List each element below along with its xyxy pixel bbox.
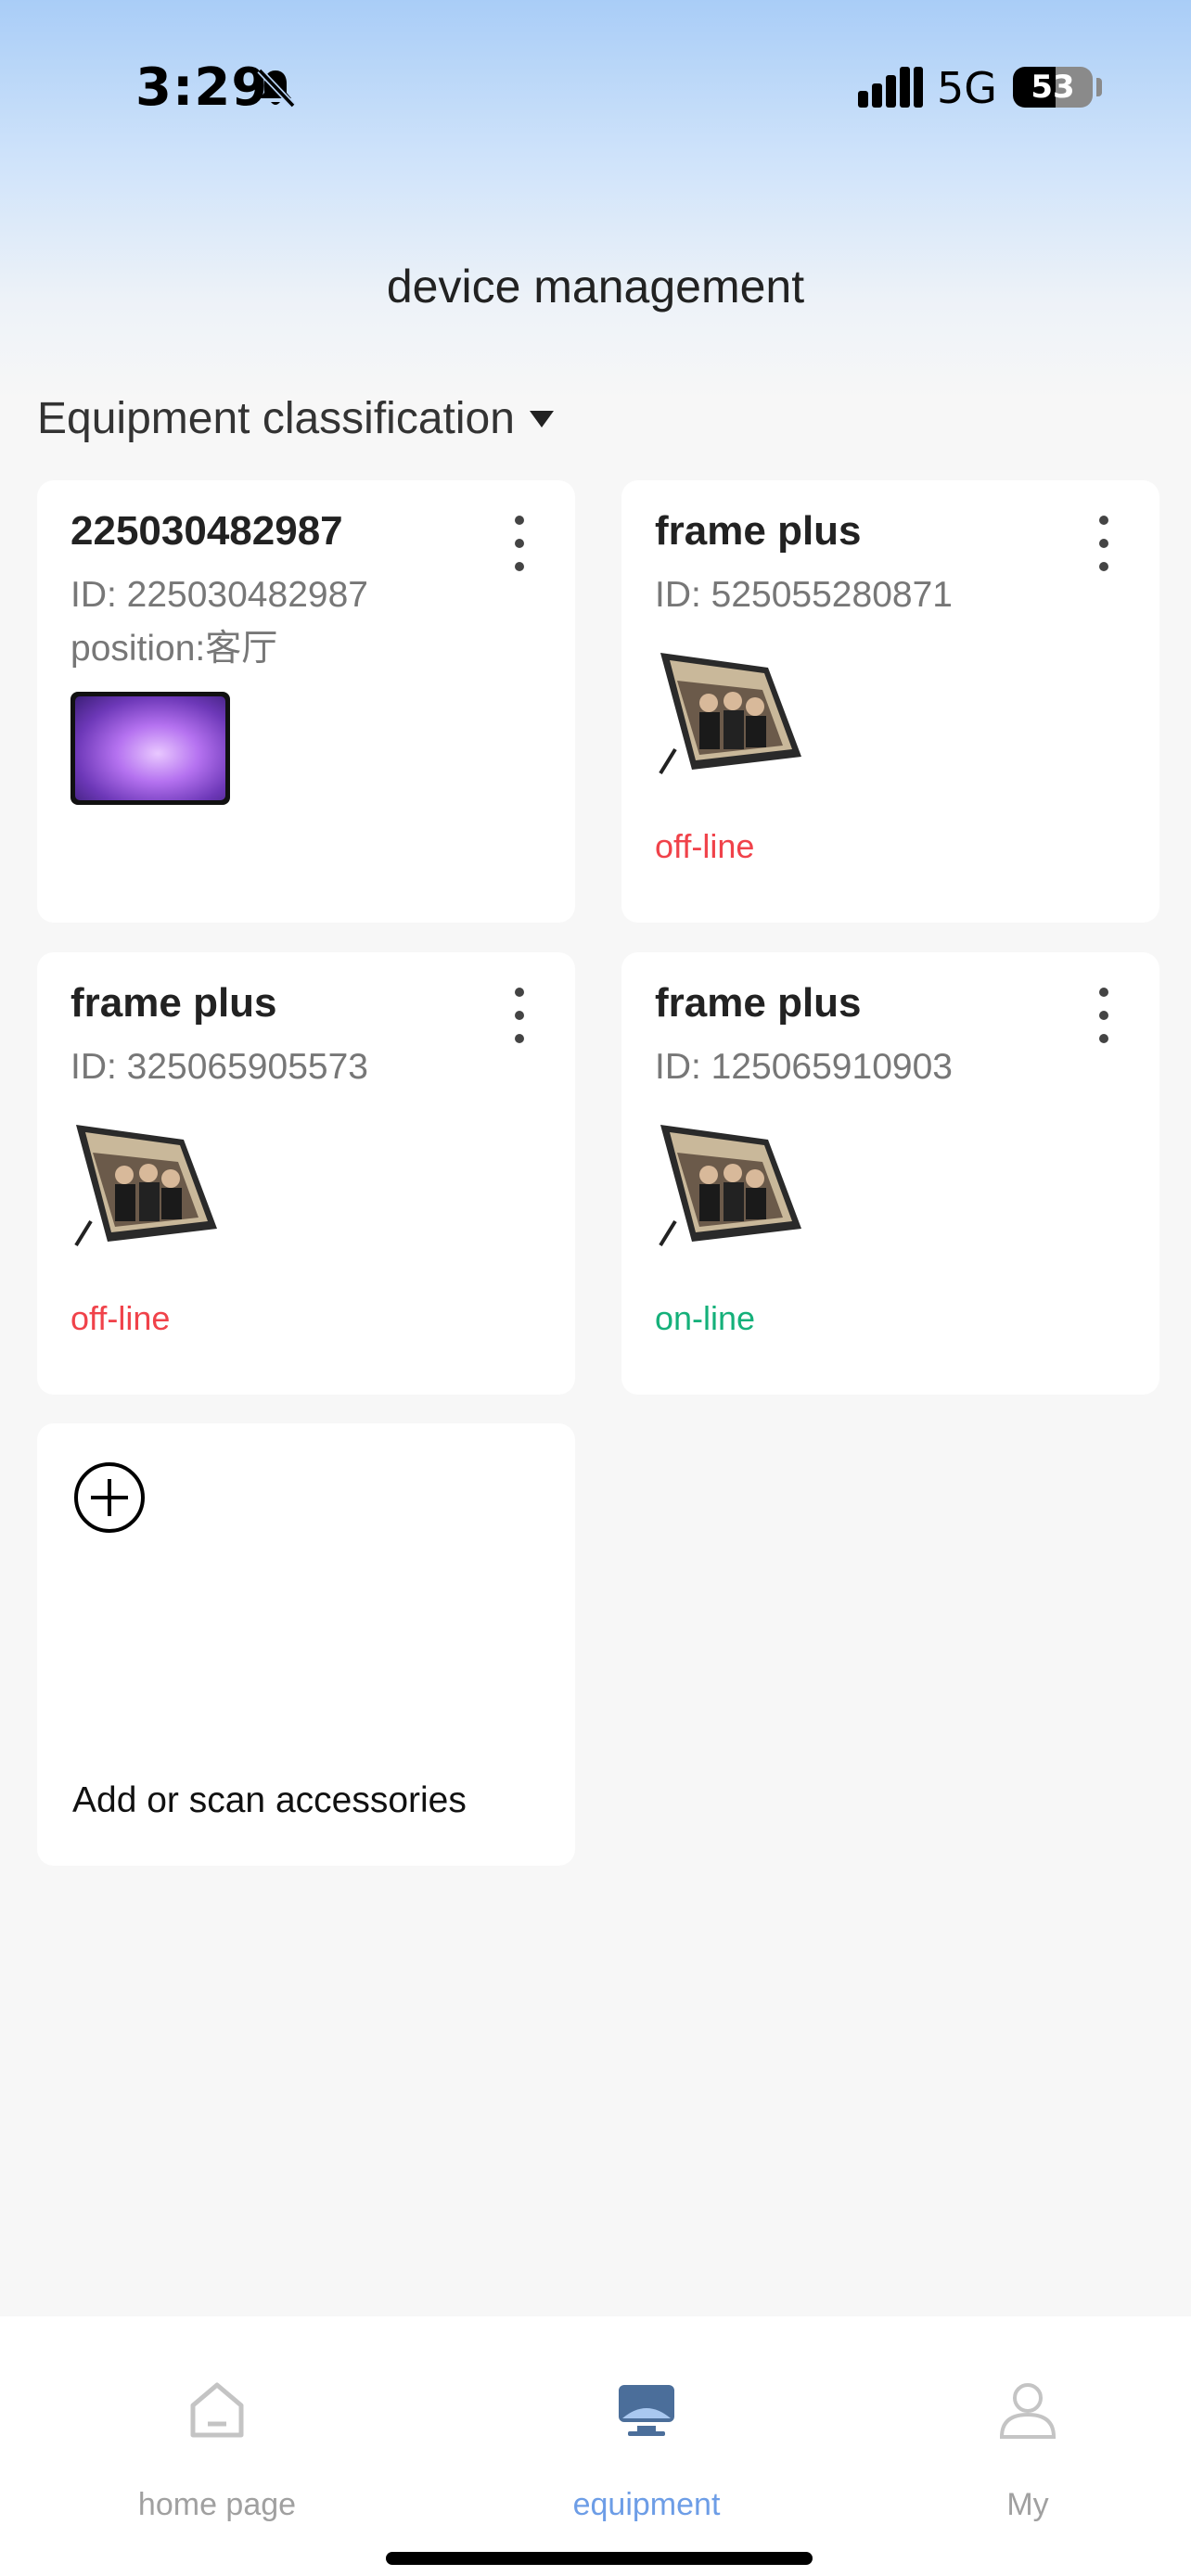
user-icon [999, 2383, 1057, 2439]
photo-frame-image [659, 653, 801, 775]
battery-tip [1096, 78, 1102, 96]
status-bar: 3:29 5G 53 [0, 0, 1191, 176]
device-name: frame plus [655, 980, 862, 1026]
device-position: position:客厅 [70, 629, 278, 669]
device-id: ID: 125065910903 [655, 1047, 953, 1087]
device-card[interactable]: frame plus ID: 525055280871 off-line [621, 480, 1159, 923]
monitor-icon [619, 2385, 674, 2436]
tab-label: equipment [572, 2487, 721, 2522]
more-options-icon[interactable] [1095, 988, 1113, 1043]
more-options-icon[interactable] [510, 988, 529, 1043]
device-name: frame plus [70, 980, 277, 1026]
photo-frame-image [659, 1125, 801, 1247]
equipment-classification-dropdown[interactable]: Equipment classification [37, 393, 554, 444]
device-status: off-line [70, 1299, 171, 1337]
plus-circle-icon [74, 1462, 145, 1533]
home-icon [190, 2382, 244, 2438]
photo-frame-image [74, 1125, 217, 1247]
page-title: device management [386, 261, 805, 312]
caret-down-icon [529, 410, 554, 427]
device-name: frame plus [655, 508, 862, 554]
device-id: ID: 225030482987 [70, 575, 368, 615]
device-status: on-line [655, 1299, 756, 1337]
tab-equipment[interactable]: equipment [507, 2316, 786, 2530]
device-card[interactable]: frame plus ID: 325065905573 off-line [37, 952, 575, 1395]
device-id: ID: 525055280871 [655, 575, 953, 615]
more-options-icon[interactable] [1095, 516, 1113, 571]
tab-my[interactable]: My [889, 2316, 1167, 2530]
tab-home-page[interactable]: home page [78, 2316, 356, 2530]
tab-label: home page [137, 2487, 297, 2522]
more-options-icon[interactable] [510, 516, 529, 571]
tablet-image [70, 692, 230, 805]
battery-icon: 53 [1013, 67, 1093, 108]
device-status: off-line [655, 827, 755, 865]
status-time: 3:29 [135, 57, 269, 118]
bell-muted-icon [257, 68, 296, 108]
tab-label: My [1006, 2487, 1049, 2522]
home-indicator [386, 2552, 813, 2565]
device-id: ID: 325065905573 [70, 1047, 368, 1087]
tab-bar: home page equipment My [0, 2316, 1191, 2576]
filter-label: Equipment classification [37, 394, 515, 443]
network-type: 5G [937, 63, 997, 113]
device-card[interactable]: 225030482987 ID: 225030482987 position:客… [37, 480, 575, 923]
device-name: 225030482987 [70, 508, 343, 554]
add-accessory-card[interactable]: Add or scan accessories [37, 1423, 575, 1866]
add-accessory-label: Add or scan accessories [72, 1780, 467, 1820]
device-card[interactable]: frame plus ID: 125065910903 on-line [621, 952, 1159, 1395]
signal-icon [858, 67, 923, 108]
battery-percentage: 53 [1031, 69, 1075, 106]
